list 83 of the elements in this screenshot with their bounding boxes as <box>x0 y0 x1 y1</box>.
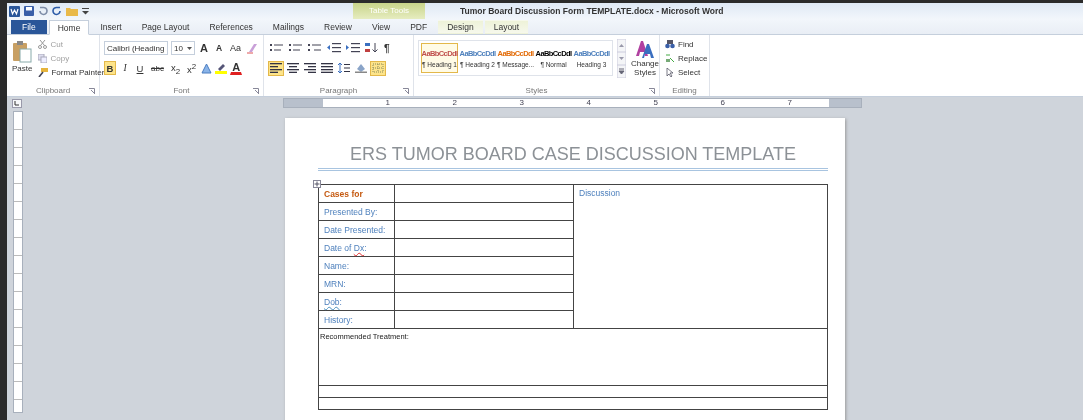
ribbon-tab[interactable]: Layout <box>484 20 529 34</box>
replace-button[interactable]: Replace <box>664 52 709 65</box>
ribbon-tab[interactable]: View <box>362 20 400 34</box>
show-marks-button[interactable]: ¶ <box>382 40 392 56</box>
font-name-field[interactable]: Calibri (Heading <box>104 41 168 55</box>
dialog-launcher-icon[interactable] <box>253 88 259 94</box>
format-button[interactable]: I <box>119 61 131 75</box>
group-label: Editing <box>672 86 697 95</box>
table-tools-label: Table Tools <box>353 3 425 19</box>
ruler-number: 1 <box>384 99 390 107</box>
align-left-icon[interactable] <box>268 60 284 76</box>
ribbon-tab[interactable]: Page Layout <box>132 20 199 34</box>
ribbon-tab[interactable]: Insert <box>91 20 131 34</box>
ribbon-tab[interactable]: Design <box>438 20 483 34</box>
dialog-launcher-icon[interactable] <box>649 88 655 94</box>
redo-icon[interactable] <box>52 6 62 16</box>
scroll-up-icon[interactable] <box>617 39 626 52</box>
ruler-number: 6 <box>719 99 725 107</box>
paste-button[interactable]: Paste <box>11 38 34 85</box>
replace-icon[interactable] <box>665 54 675 63</box>
window-title: Tumor Board Discussion Form TEMPLATE.docx - Microsoft Word <box>460 6 724 16</box>
binoculars-icon[interactable] <box>665 40 675 49</box>
group-label: Paragraph <box>319 86 358 95</box>
ribbon-tab[interactable]: References <box>200 20 262 34</box>
format-button[interactable]: x$^{2}$ <box>185 61 199 75</box>
text-effects-icon[interactable] <box>201 62 213 74</box>
group-label: Styles <box>525 86 548 95</box>
format-button[interactable]: B <box>104 61 116 75</box>
align-right-icon[interactable] <box>302 60 318 76</box>
table-cell: Dob: <box>318 292 395 311</box>
format-button[interactable]: U <box>134 61 146 75</box>
table-cell: Date of Dx: <box>318 238 395 257</box>
format-button[interactable]: abc <box>149 61 166 75</box>
horizontal-ruler[interactable]: 1 2 3 4 5 6 7 <box>283 98 862 108</box>
customize-caret-icon[interactable] <box>82 7 89 15</box>
dialog-launcher-icon[interactable] <box>89 88 95 94</box>
painter-button[interactable]: Format Painter <box>37 66 106 79</box>
table-cell: Date Presented: <box>318 220 395 239</box>
tab-selector-icon[interactable] <box>12 98 22 108</box>
table-move-handle-icon[interactable] <box>313 180 321 188</box>
ribbon-tab[interactable]: File <box>11 20 47 34</box>
table-cell: Discussion <box>573 184 828 329</box>
align-center-icon[interactable] <box>285 60 301 76</box>
save-icon[interactable] <box>24 6 34 16</box>
format-button[interactable]: x$_{2}$ <box>168 61 183 75</box>
align-justify-icon[interactable] <box>319 60 335 76</box>
styles-icon[interactable] <box>635 39 655 59</box>
ribbon-tab[interactable]: Review <box>315 20 361 34</box>
ribbon-tab[interactable]: Home <box>48 20 90 35</box>
group-label: Font <box>173 86 190 95</box>
ruler-number: 5 <box>652 99 658 107</box>
cursor-icon[interactable] <box>665 68 675 77</box>
ruler-number: 2 <box>451 99 457 107</box>
word-logo-icon[interactable] <box>9 5 20 17</box>
scroll-down-icon[interactable] <box>617 52 626 65</box>
select-button[interactable]: Select <box>664 66 709 79</box>
font-color-button[interactable]: A <box>230 61 243 75</box>
clipboard-icon[interactable] <box>12 41 33 63</box>
table-cell: Cases for <box>318 184 395 203</box>
find-button[interactable]: Find <box>664 38 709 51</box>
dialog-launcher-icon[interactable] <box>403 88 409 94</box>
ribbon-tab[interactable]: Mailings <box>263 20 314 34</box>
shrink-font-button[interactable]: A <box>213 41 225 55</box>
table-cell: Name: <box>318 256 395 275</box>
font-size-field[interactable]: 10 <box>171 41 195 55</box>
ruler-number: 4 <box>585 99 591 107</box>
grow-font-button[interactable]: A <box>198 41 210 55</box>
ribbon-tab[interactable]: PDF <box>401 20 437 34</box>
ruler-number: 7 <box>786 99 792 107</box>
more-styles-icon[interactable] <box>617 65 626 78</box>
paintbrush-icon[interactable] <box>38 68 49 77</box>
ruler-number: 3 <box>518 99 524 107</box>
spacing-icon[interactable] <box>336 60 352 76</box>
group-label: Clipboard <box>35 86 71 95</box>
table-cell: MRN: <box>318 274 395 293</box>
document-title: ERS TUMOR BOARD CASE DISCUSSION TEMPLATE <box>318 144 828 171</box>
table-cell: History: <box>318 310 395 329</box>
undo-icon[interactable] <box>38 6 48 16</box>
caret-icon[interactable] <box>187 46 192 50</box>
change-styles-button[interactable]: Change Styles <box>630 38 660 85</box>
change-case-button[interactable]: Aa <box>228 41 243 55</box>
highlight-icon[interactable] <box>215 62 228 74</box>
table-cell: Presented By: <box>318 202 395 221</box>
